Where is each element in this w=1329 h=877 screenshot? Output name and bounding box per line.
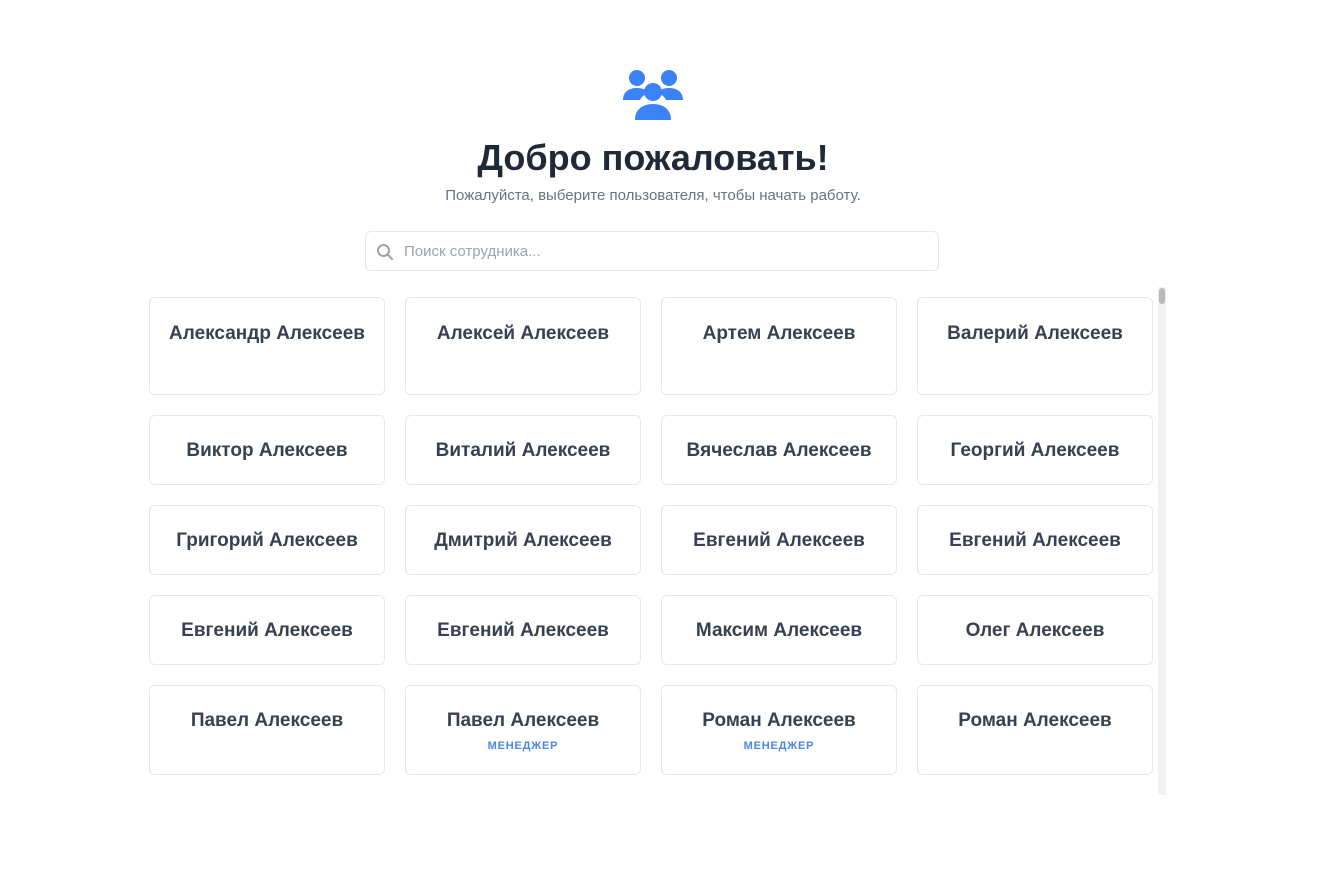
user-card[interactable]: Максим Алексеев [661, 595, 897, 665]
user-name: Вячеслав Алексеев [686, 440, 872, 461]
user-card[interactable]: Павел Алексеев [149, 685, 385, 775]
scrollbar[interactable] [1158, 287, 1166, 795]
user-card[interactable]: Александр Алексеев [149, 297, 385, 395]
user-card[interactable]: Дмитрий Алексеев [405, 505, 641, 575]
user-name: Павел Алексеев [190, 710, 344, 731]
user-card[interactable]: Вячеслав Алексеев [661, 415, 897, 485]
user-name: Георгий Алексеев [950, 440, 1120, 461]
user-role-badge: МЕНЕДЖЕР [487, 740, 559, 752]
user-name: Евгений Алексеев [949, 530, 1121, 551]
user-card[interactable]: Евгений Алексеев [661, 505, 897, 575]
user-card[interactable]: Виталий Алексеев [405, 415, 641, 485]
page-title: Добро пожаловать! [477, 137, 829, 178]
user-name: Виктор Алексеев [186, 440, 348, 461]
users-icon [623, 70, 683, 120]
user-card[interactable]: Валерий Алексеев [917, 297, 1153, 395]
user-card[interactable]: Артем Алексеев [661, 297, 897, 395]
user-card[interactable]: Виктор Алексеев [149, 415, 385, 485]
user-name: Роман Алексеев [702, 710, 856, 731]
user-card[interactable]: Роман Алексеев [917, 685, 1153, 775]
user-card[interactable]: Роман Алексеев МЕНЕДЖЕР [661, 685, 897, 775]
user-name: Валерий Алексеев [947, 323, 1123, 344]
user-card[interactable]: Евгений Алексеев [917, 505, 1153, 575]
user-name: Александр Алексеев [169, 323, 365, 344]
user-name: Роман Алексеев [958, 710, 1112, 731]
user-name: Евгений Алексеев [437, 620, 609, 641]
user-grid: Александр Алексеев Алексей Алексеев Арте… [149, 297, 1153, 775]
user-name: Евгений Алексеев [693, 530, 865, 551]
search-box [365, 231, 939, 271]
user-name: Артем Алексеев [702, 323, 856, 344]
search-icon [377, 244, 394, 261]
user-card[interactable]: Олег Алексеев [917, 595, 1153, 665]
user-card[interactable]: Григорий Алексеев [149, 505, 385, 575]
search-input[interactable] [404, 232, 924, 270]
user-select-page: Добро пожаловать! Пожалуйста, выберите п… [0, 0, 1329, 877]
user-card[interactable]: Георгий Алексеев [917, 415, 1153, 485]
user-role-badge: МЕНЕДЖЕР [743, 740, 815, 752]
user-list: Александр Алексеев Алексей Алексеев Арте… [149, 287, 1166, 795]
user-card[interactable]: Алексей Алексеев [405, 297, 641, 395]
user-name: Алексей Алексеев [436, 323, 610, 344]
user-name: Григорий Алексеев [176, 530, 358, 551]
user-name: Павел Алексеев [446, 710, 600, 731]
page-subtitle: Пожалуйста, выберите пользователя, чтобы… [445, 187, 861, 204]
user-card[interactable]: Евгений Алексеев [405, 595, 641, 665]
user-card[interactable]: Евгений Алексеев [149, 595, 385, 665]
scrollbar-thumb[interactable] [1159, 288, 1165, 304]
user-name: Дмитрий Алексеев [434, 530, 612, 551]
user-name: Евгений Алексеев [181, 620, 353, 641]
user-name: Максим Алексеев [695, 620, 863, 641]
user-name: Виталий Алексеев [435, 440, 611, 461]
user-name: Олег Алексеев [965, 620, 1105, 641]
user-card[interactable]: Павел Алексеев МЕНЕДЖЕР [405, 685, 641, 775]
